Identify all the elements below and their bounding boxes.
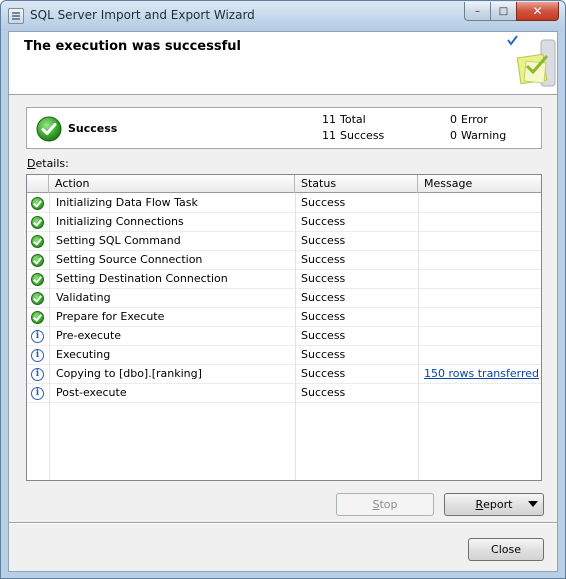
caption-buttons: – □ ✕	[464, 2, 559, 21]
info-icon: i	[31, 368, 44, 381]
status-cell: Success	[301, 310, 346, 323]
action-cell: Validating	[56, 291, 111, 304]
action-cell: Post-execute	[56, 386, 127, 399]
details-label: Details:	[27, 157, 69, 170]
success-check-icon	[31, 273, 44, 286]
details-grid[interactable]: Action Status Message Initializing Data …	[26, 174, 542, 481]
header-band: The execution was successful	[9, 32, 557, 95]
summary-status: Success	[68, 122, 118, 135]
table-row[interactable]: Setting Destination Connection Success	[27, 270, 541, 289]
table-row[interactable]: Setting SQL Command Success	[27, 232, 541, 251]
window-title: SQL Server Import and Export Wizard	[30, 8, 255, 22]
status-cell: Success	[301, 348, 346, 361]
success-check-icon	[31, 311, 44, 324]
total-count: 11 Total	[322, 113, 366, 126]
table-row[interactable]: Setting Source Connection Success	[27, 251, 541, 270]
status-cell: Success	[301, 272, 346, 285]
error-count: 0 Error	[450, 113, 488, 126]
success-count: 11 Success	[322, 129, 385, 142]
table-row[interactable]: Initializing Connections Success	[27, 213, 541, 232]
title-bar[interactable]: SQL Server Import and Export Wizard – □ …	[1, 1, 565, 31]
summary-panel: Success 11 Total 11 Success 0 Error 0 Warnin…	[26, 107, 542, 149]
dropdown-arrow-icon	[528, 501, 538, 507]
table-row[interactable]: Prepare for Execute Success	[27, 308, 541, 327]
table-row[interactable]: i Post-execute Success	[27, 384, 541, 403]
action-cell: Executing	[56, 348, 111, 361]
button-separator	[9, 522, 557, 524]
column-header-message[interactable]: Message	[418, 175, 541, 193]
maximize-button[interactable]: □	[490, 2, 516, 21]
icon-column-header[interactable]	[27, 175, 49, 193]
minimize-icon: –	[475, 5, 480, 17]
column-header-status[interactable]: Status	[295, 175, 418, 193]
table-row[interactable]: Validating Success	[27, 289, 541, 308]
table-row[interactable]: i Executing Success	[27, 346, 541, 365]
wizard-client-area: The execution was successful Success 11 …	[8, 31, 558, 572]
warning-count: 0 Warning	[450, 129, 507, 142]
close-icon: ✕	[532, 4, 543, 18]
status-cell: Success	[301, 215, 346, 228]
success-check-icon	[31, 216, 44, 229]
app-icon	[8, 8, 24, 24]
wizard-window: SQL Server Import and Export Wizard – □ …	[0, 0, 566, 579]
stop-button[interactable]: Stop	[336, 493, 434, 516]
close-button[interactable]: Close	[468, 538, 544, 561]
action-cell: Prepare for Execute	[56, 310, 165, 323]
grid-header: Action Status Message	[27, 175, 541, 193]
action-cell: Setting Destination Connection	[56, 272, 228, 285]
action-cell: Initializing Connections	[56, 215, 184, 228]
minimize-button[interactable]: –	[464, 2, 490, 21]
status-cell: Success	[301, 367, 346, 380]
success-check-icon	[31, 254, 44, 267]
status-cell: Success	[301, 386, 346, 399]
table-row[interactable]: i Pre-execute Success	[27, 327, 541, 346]
page-title: The execution was successful	[24, 39, 241, 54]
column-header-action[interactable]: Action	[49, 175, 295, 193]
grid-divider	[49, 193, 50, 480]
action-cell: Initializing Data Flow Task	[56, 196, 198, 209]
info-icon: i	[31, 387, 44, 400]
table-row[interactable]: i Copying to [dbo].[ranking] Success 150 ro…	[27, 365, 541, 384]
success-check-icon	[31, 197, 44, 210]
report-button[interactable]: Report	[444, 493, 544, 516]
status-cell: Success	[301, 253, 346, 266]
info-icon: i	[31, 330, 44, 343]
action-cell: Copying to [dbo].[ranking]	[56, 367, 202, 380]
status-cell: Success	[301, 329, 346, 342]
table-row[interactable]: Initializing Data Flow Task Success	[27, 194, 541, 213]
close-window-button[interactable]: ✕	[516, 2, 559, 21]
maximize-icon: □	[498, 5, 509, 17]
grid-divider	[295, 193, 296, 480]
status-cell: Success	[301, 196, 346, 209]
status-cell: Success	[301, 291, 346, 304]
success-check-icon	[31, 235, 44, 248]
success-check-icon	[31, 292, 44, 305]
action-cell: Setting SQL Command	[56, 234, 181, 247]
wizard-success-art-icon	[507, 35, 556, 87]
action-cell: Setting Source Connection	[56, 253, 203, 266]
grid-divider	[418, 193, 419, 480]
status-cell: Success	[301, 234, 346, 247]
success-check-icon	[36, 116, 62, 142]
message-link[interactable]: 150 rows transferred	[424, 365, 539, 384]
action-cell: Pre-execute	[56, 329, 122, 342]
info-icon: i	[31, 349, 44, 362]
